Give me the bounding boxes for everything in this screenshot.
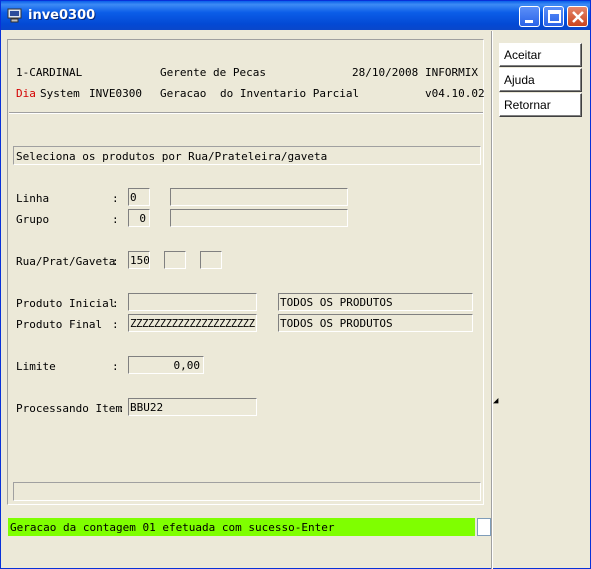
processando-item-value: BBU22	[130, 401, 164, 414]
grupo-label: Grupo	[16, 213, 50, 226]
linha-label: Linha	[16, 192, 50, 205]
module-name: Gerente de Pecas	[160, 66, 266, 79]
program-description: do Inventario Parcial	[220, 87, 360, 100]
status-input-box[interactable]	[477, 518, 491, 536]
title-bar[interactable]: inve0300	[1, 1, 590, 30]
processando-item-colon: :	[118, 402, 125, 415]
processando-item-label: Processando Item	[16, 402, 122, 415]
produto-inicial-label: Produto Inicial	[16, 297, 116, 310]
produto-final-value: ZZZZZZZZZZZZZZZZZZZZZ	[130, 317, 255, 330]
database-name: INFORMIX	[425, 66, 478, 79]
produto-final-colon: :	[112, 318, 119, 331]
grupo-description-field	[170, 209, 348, 227]
produto-final-input[interactable]: ZZZZZZZZZZZZZZZZZZZZZ	[128, 314, 257, 332]
window-title: inve0300	[28, 8, 96, 23]
system-label: System	[40, 87, 80, 100]
rua-colon: :	[112, 255, 119, 268]
grupo-input[interactable]: 0	[128, 209, 150, 227]
produto-inicial-description-field: TODOS OS PRODUTOS	[278, 293, 473, 311]
produto-inicial-description: TODOS OS PRODUTOS	[280, 296, 393, 309]
vertical-divider	[491, 31, 493, 569]
geracao-label: Geracao	[160, 87, 207, 100]
app-window: inve0300 1-CARDINAL Gerente de Pecas 28/…	[0, 0, 591, 569]
header-date: 28/10/2008	[352, 66, 419, 79]
subtitle-text: Seleciona os produtos por Rua/Prateleira…	[16, 150, 328, 163]
app-icon	[7, 8, 22, 23]
resize-mark-icon: ◢	[493, 396, 499, 406]
rua-value: 150	[130, 254, 150, 267]
retornar-button[interactable]: Retornar	[499, 93, 582, 117]
ajuda-button[interactable]: Ajuda	[499, 68, 582, 92]
grupo-value: 0	[139, 212, 146, 225]
dia-label: Dia	[16, 87, 36, 100]
status-message: Geracao da contagem 01 efetuada com suce…	[10, 521, 335, 534]
linha-value: 0	[130, 191, 137, 204]
produto-final-label: Produto Final	[16, 318, 103, 331]
linha-description-field	[170, 188, 348, 206]
bottom-message-box	[13, 482, 481, 501]
produto-inicial-input[interactable]	[128, 293, 257, 311]
subtitle-box: Seleciona os produtos por Rua/Prateleira…	[13, 146, 481, 165]
program-code: INVE0300	[89, 87, 142, 100]
produto-final-description: TODOS OS PRODUTOS	[280, 317, 393, 330]
limite-value: 0,00	[173, 359, 201, 372]
gaveta-input[interactable]	[200, 251, 222, 269]
maximize-icon	[548, 10, 561, 23]
linha-colon: :	[112, 192, 119, 205]
close-icon	[572, 11, 584, 23]
grupo-colon: :	[112, 213, 119, 226]
linha-input[interactable]: 0	[128, 188, 150, 206]
status-bar: Geracao da contagem 01 efetuada com suce…	[8, 518, 475, 536]
rua-label: Rua/Prat/Gaveta	[16, 255, 116, 268]
processando-item-field: BBU22	[128, 398, 257, 416]
maximize-button[interactable]	[543, 6, 564, 27]
limite-input[interactable]: 0,00	[128, 356, 204, 374]
limite-colon: :	[112, 360, 119, 373]
minimize-button[interactable]	[519, 6, 540, 27]
prateleira-input[interactable]	[164, 251, 186, 269]
produto-final-description-field: TODOS OS PRODUTOS	[278, 314, 473, 332]
header-divider	[9, 112, 483, 114]
rua-input[interactable]: 150	[128, 251, 150, 269]
aceitar-button[interactable]: Aceitar	[499, 43, 582, 67]
company-name: 1-CARDINAL	[16, 66, 83, 79]
produto-inicial-colon: :	[112, 297, 119, 310]
minimize-icon	[525, 20, 533, 23]
form-panel	[7, 39, 484, 505]
close-button[interactable]	[567, 6, 588, 27]
limite-label: Limite	[16, 360, 56, 373]
version-label: v04.10.02	[425, 87, 485, 100]
